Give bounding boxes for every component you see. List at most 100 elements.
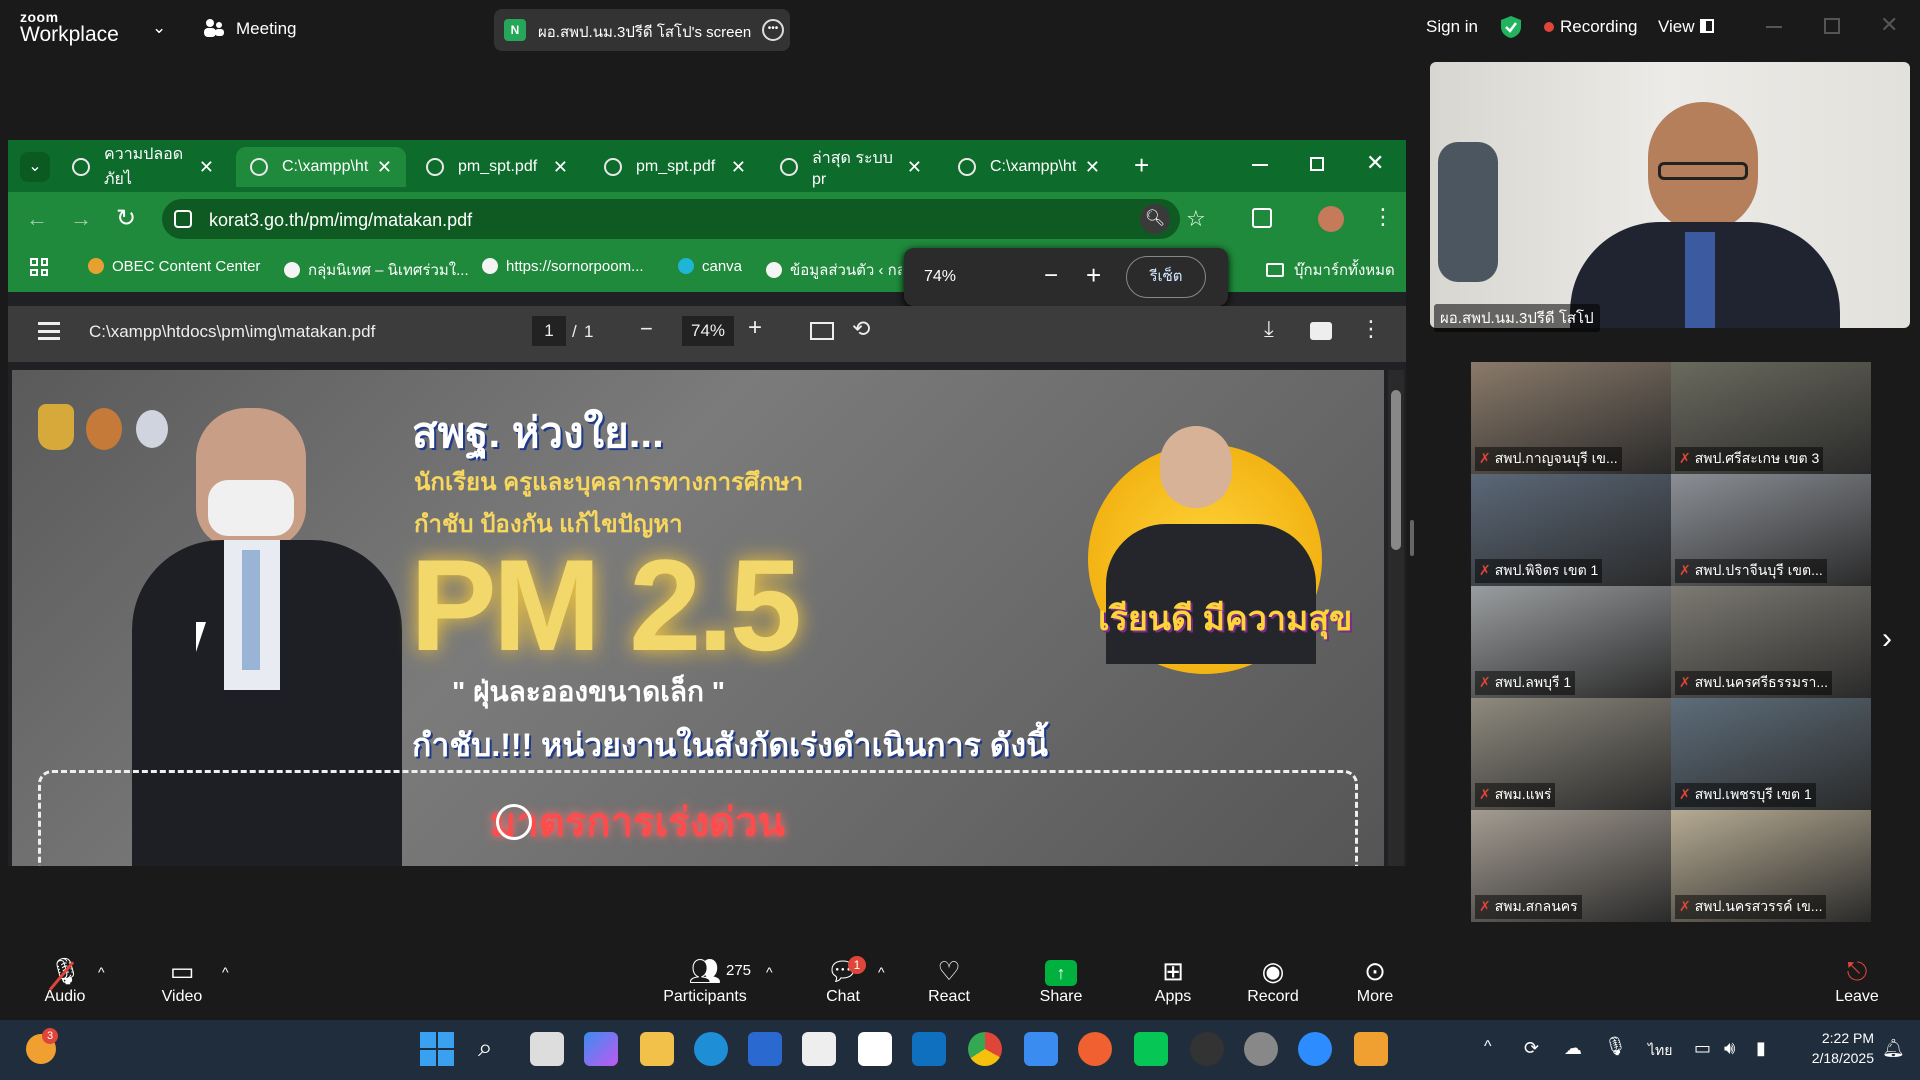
pdf-more-icon[interactable]: ⋮ — [1360, 316, 1382, 342]
all-bookmarks[interactable]: บุ๊กมาร์กทั้งหมด — [1266, 258, 1395, 282]
recording-indicator[interactable]: Recording — [1560, 17, 1638, 37]
more-options-icon[interactable]: ••• — [762, 19, 784, 41]
browser-tab-3[interactable]: pm_spt.pdf ✕ — [412, 147, 582, 187]
speaker-video[interactable] — [1430, 62, 1910, 328]
extensions-icon[interactable] — [1252, 208, 1272, 228]
page-number-input[interactable]: 1 — [532, 316, 566, 346]
shield-check-icon[interactable] — [1500, 15, 1522, 39]
browser-minimize-icon[interactable] — [1252, 164, 1268, 166]
browser-tab-6[interactable]: C:\xampp\ht ✕ — [944, 147, 1114, 187]
url-text[interactable]: korat3.go.th/pm/img/matakan.pdf — [209, 210, 472, 231]
site-info-icon[interactable] — [174, 210, 192, 228]
gallery-tile[interactable]: ✗ สพป.นครศรีธรรมรา... — [1671, 586, 1871, 698]
close-tab-icon[interactable]: ✕ — [1085, 157, 1100, 178]
close-tab-icon[interactable]: ✕ — [907, 157, 922, 178]
gallery-tile[interactable]: ✗ สพป.นครสวรรค์ เข... — [1671, 810, 1871, 922]
zoom-out-icon[interactable]: − — [1044, 262, 1058, 290]
participants-options-icon[interactable]: ^ — [766, 964, 773, 980]
snipping-tool-icon[interactable] — [1024, 1032, 1058, 1066]
chevron-down-icon[interactable]: ⌄ — [152, 18, 166, 38]
gallery-tile[interactable]: ✗ สพป.กาญจนบุรี เข... — [1471, 362, 1671, 474]
browser-tab-1[interactable]: ความปลอดภัยไ ✕ — [58, 146, 228, 188]
browser-tab-2-active[interactable]: C:\xampp\ht ✕ — [236, 147, 406, 187]
record-button[interactable]: ◉ Record — [1218, 954, 1328, 1006]
task-view-icon[interactable] — [530, 1032, 564, 1066]
zoom-taskbar-icon[interactable] — [1298, 1032, 1332, 1066]
audio-button[interactable]: 🎙︎Audio — [10, 954, 120, 1006]
gallery-tile[interactable]: ✗ สพป.พิจิตร เขต 1 — [1471, 474, 1671, 586]
apps-grid-icon[interactable] — [30, 258, 48, 276]
gallery-tile[interactable]: ✗ สพม.สกลนคร — [1471, 810, 1671, 922]
close-tab-icon[interactable]: ✕ — [731, 157, 746, 178]
close-icon[interactable]: ✕ — [1880, 12, 1898, 38]
new-tab-icon[interactable]: + — [1134, 150, 1149, 181]
zoom-logo[interactable]: zoom Workplace — [20, 10, 119, 45]
display-icon[interactable]: ▭ — [1694, 1038, 1711, 1059]
gallery-tile[interactable]: ✗ สพป.เพชรบุรี เขต 1 — [1671, 698, 1871, 810]
gallery-next-icon[interactable]: › — [1882, 622, 1892, 656]
tab-search-icon[interactable]: ⌄ — [20, 152, 50, 182]
windows-start-icon[interactable] — [420, 1032, 454, 1066]
video-button[interactable]: ▭ Video — [127, 954, 237, 1006]
chat-button[interactable]: 💬︎ Chat — [788, 954, 898, 1006]
mic-icon[interactable]: 🎙︎ — [1604, 1036, 1627, 1057]
sync-icon[interactable]: ⟳ — [1524, 1038, 1539, 1059]
apps-button[interactable]: ⊞ Apps — [1118, 954, 1228, 1006]
view-button[interactable]: View — [1658, 17, 1695, 37]
browser-close-icon[interactable]: ✕ — [1366, 150, 1384, 176]
volume-icon[interactable]: 🔊︎ — [1724, 1038, 1735, 1059]
audio-options-icon[interactable]: ^ — [98, 964, 105, 980]
forward-icon[interactable]: → — [70, 206, 92, 232]
gallery-tile[interactable]: ✗ สพป.ปราจีนบุรี เขต... — [1671, 474, 1871, 586]
file-explorer-icon[interactable] — [640, 1032, 674, 1066]
screen-share-chip[interactable]: N ผอ.สพป.นม.3ปรีดี โสโป's screen ••• — [494, 9, 790, 51]
pdf-zoom-input[interactable]: 74% — [682, 316, 734, 346]
chrome-icon[interactable] — [968, 1032, 1002, 1066]
copilot-icon[interactable] — [584, 1032, 618, 1066]
amazon-icon[interactable] — [802, 1032, 836, 1066]
maximize-icon[interactable] — [1824, 18, 1840, 34]
zoom-reset-button[interactable]: รีเซ็ต — [1126, 256, 1206, 298]
back-icon[interactable]: ← — [26, 206, 48, 232]
bookmark-obec[interactable]: OBEC Content Center — [88, 258, 260, 275]
search-icon[interactable]: ⌕ — [478, 1032, 493, 1064]
more-button[interactable]: ⊙ More — [1320, 954, 1430, 1006]
browser-tab-5[interactable]: ล่าสุด ระบบ pr ✕ — [766, 147, 936, 188]
gallery-tile[interactable]: ✗ สพป.ศรีสะเกษ เขต 3 — [1671, 362, 1871, 474]
browser-restore-icon[interactable] — [1310, 157, 1324, 171]
leave-button[interactable]: ⎋ Leave — [1802, 954, 1912, 1006]
share-button[interactable]: ↑ Share — [1006, 954, 1116, 1006]
browser-tab-4[interactable]: pm_spt.pdf ✕ — [590, 147, 760, 187]
download-icon[interactable]: ⤓ — [1264, 316, 1274, 342]
pdf-menu-icon[interactable] — [38, 322, 60, 340]
rotate-icon[interactable]: ⟲ — [852, 316, 870, 342]
bookmark-nithet[interactable]: กลุ่มนิเทศ – นิเทศร่วมใ... — [284, 258, 469, 282]
gallery-tile[interactable]: ✗ สพป.ลพบุรี 1 — [1471, 586, 1671, 698]
chat-options-icon[interactable]: ^ — [878, 964, 885, 980]
pdf-zoom-out-icon[interactable]: − — [640, 316, 653, 342]
cloud-icon[interactable]: ☁ — [1564, 1038, 1582, 1059]
meeting-menu[interactable]: Meeting — [236, 19, 296, 39]
pdf-scrollbar[interactable] — [1388, 370, 1404, 866]
fit-page-icon[interactable] — [810, 322, 834, 340]
react-button[interactable]: ♡ React — [894, 954, 1004, 1006]
print-icon[interactable] — [1310, 322, 1332, 340]
bookmark-star-icon[interactable]: ☆ — [1186, 206, 1206, 232]
zoom-magnifier-icon[interactable]: 🔍︎ — [1140, 204, 1170, 234]
minimize-icon[interactable] — [1766, 26, 1782, 28]
edge-icon[interactable] — [694, 1032, 728, 1066]
video-options-icon[interactable]: ^ — [222, 964, 229, 980]
active-app-icon[interactable] — [1354, 1032, 1388, 1066]
settings-icon[interactable] — [1244, 1032, 1278, 1066]
zoom-in-icon[interactable]: + — [1086, 260, 1101, 291]
bookmark-canva[interactable]: canva — [678, 258, 742, 275]
input-language[interactable]: ไทย — [1648, 1040, 1672, 1062]
sign-in-button[interactable]: Sign in — [1426, 17, 1478, 37]
browser-menu-icon[interactable]: ⋮ — [1372, 204, 1394, 230]
battery-icon[interactable]: ▮ — [1756, 1038, 1766, 1059]
bookmark-profile[interactable]: ข้อมูลส่วนตัว ‹ กลุ่ — [766, 258, 902, 282]
tray-chevron-icon[interactable]: ^ — [1484, 1038, 1492, 1056]
scroll-thumb[interactable] — [1391, 390, 1401, 550]
clock-date[interactable]: 2/18/2025 — [1800, 1050, 1874, 1066]
bookmark-sornorpoom[interactable]: https://sornorpoom... — [482, 258, 644, 275]
